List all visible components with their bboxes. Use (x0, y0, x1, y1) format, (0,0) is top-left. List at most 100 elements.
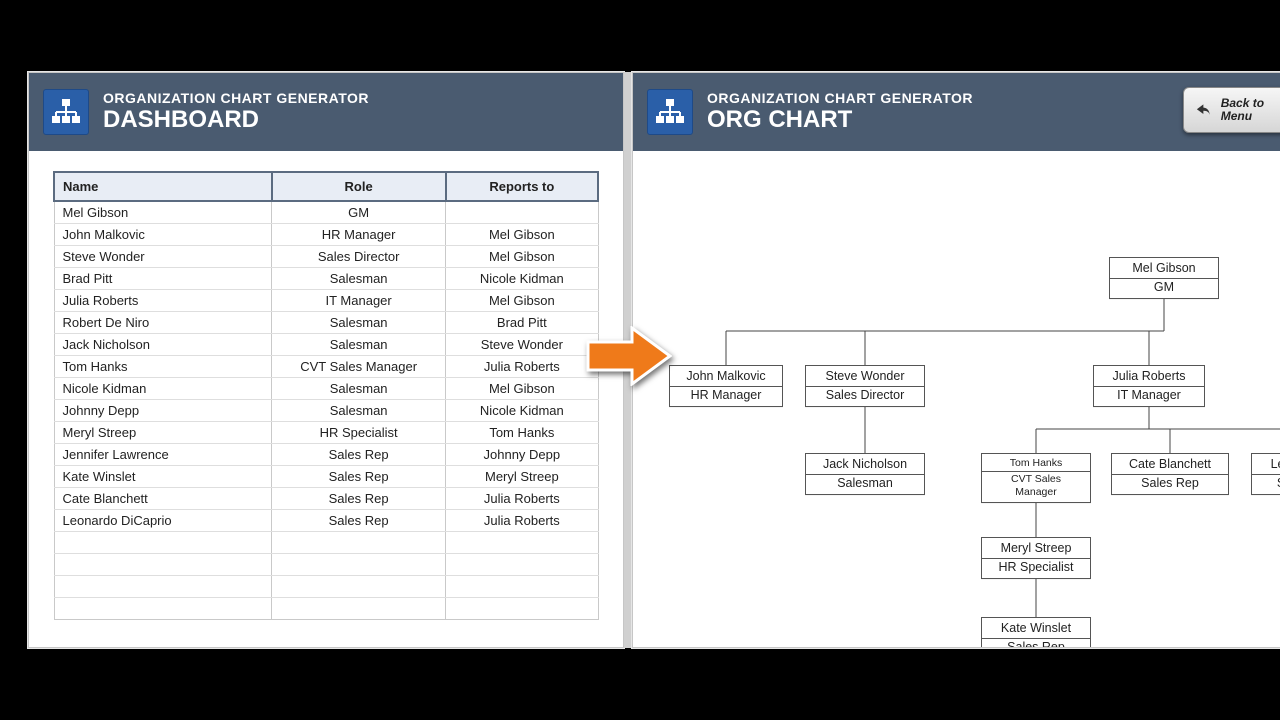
table-cell[interactable]: Julia Roberts (54, 290, 272, 312)
table-cell[interactable] (446, 201, 598, 224)
org-node-cate[interactable]: Cate BlanchettSales Rep (1111, 453, 1229, 495)
table-cell[interactable]: Salesman (272, 378, 446, 400)
app-title: ORGANIZATION CHART GENERATOR (707, 90, 973, 106)
org-node-mel[interactable]: Mel GibsonGM (1109, 257, 1219, 299)
table-row[interactable]: Johnny DeppSalesmanNicole Kidman (54, 400, 598, 422)
org-node-kate[interactable]: Kate WinsletSales Rep (981, 617, 1091, 648)
page-title: ORG CHART (707, 106, 973, 134)
table-cell[interactable]: Mel Gibson (446, 224, 598, 246)
table-cell[interactable]: Johnny Depp (446, 444, 598, 466)
table-cell[interactable]: Sales Rep (272, 510, 446, 532)
table-row[interactable]: Nicole KidmanSalesmanMel Gibson (54, 378, 598, 400)
org-chart-icon (647, 89, 693, 135)
back-to-menu-button[interactable]: Back to Menu (1183, 87, 1280, 133)
orgchart-pane: ORGANIZATION CHART GENERATOR ORG CHART B… (632, 72, 1280, 648)
dashboard-pane: ORGANIZATION CHART GENERATOR DASHBOARD N… (28, 72, 624, 648)
table-cell[interactable]: Julia Roberts (446, 356, 598, 378)
table-cell[interactable]: Salesman (272, 312, 446, 334)
table-row-empty[interactable] (54, 576, 598, 598)
table-cell[interactable]: HR Specialist (272, 422, 446, 444)
org-node-name: Kate Winslet (982, 618, 1090, 638)
data-table[interactable]: Name Role Reports to Mel GibsonGMJohn Ma… (53, 171, 599, 620)
org-node-jack[interactable]: Jack NicholsonSalesman (805, 453, 925, 495)
table-cell[interactable]: CVT Sales Manager (272, 356, 446, 378)
col-role[interactable]: Role (272, 172, 446, 201)
table-cell[interactable]: Nicole Kidman (446, 268, 598, 290)
table-row[interactable]: Cate BlanchettSales RepJulia Roberts (54, 488, 598, 510)
table-cell[interactable]: Meryl Streep (446, 466, 598, 488)
table-cell[interactable]: Salesman (272, 334, 446, 356)
org-node-tom[interactable]: Tom HanksCVT Sales Manager (981, 453, 1091, 503)
table-cell[interactable]: Leonardo DiCaprio (54, 510, 272, 532)
table-cell[interactable]: Steve Wonder (54, 246, 272, 268)
table-cell[interactable]: Robert De Niro (54, 312, 272, 334)
table-row[interactable]: Mel GibsonGM (54, 201, 598, 224)
org-chart-canvas[interactable]: Mel GibsonGM John MalkovicHR Manager Steve… (633, 151, 1280, 648)
table-cell[interactable]: Salesman (272, 400, 446, 422)
col-reports[interactable]: Reports to (446, 172, 598, 201)
table-row[interactable]: Leonardo DiCaprioSales RepJulia Roberts (54, 510, 598, 532)
table-cell[interactable]: GM (272, 201, 446, 224)
table-cell[interactable]: Brad Pitt (446, 312, 598, 334)
table-row[interactable]: John MalkovicHR ManagerMel Gibson (54, 224, 598, 246)
table-cell[interactable]: Julia Roberts (446, 510, 598, 532)
table-row[interactable]: Robert De NiroSalesmanBrad Pitt (54, 312, 598, 334)
org-node-role: Sales Rep (982, 638, 1090, 648)
org-chart-icon (43, 89, 89, 135)
col-name[interactable]: Name (54, 172, 272, 201)
table-row[interactable]: Tom HanksCVT Sales ManagerJulia Roberts (54, 356, 598, 378)
table-row-empty[interactable] (54, 598, 598, 620)
org-node-role: Salesman (806, 474, 924, 495)
table-cell[interactable]: Brad Pitt (54, 268, 272, 290)
table-cell[interactable]: John Malkovic (54, 224, 272, 246)
table-row[interactable]: Steve WonderSales DirectorMel Gibson (54, 246, 598, 268)
table-row[interactable]: Brad PittSalesmanNicole Kidman (54, 268, 598, 290)
table-row[interactable]: Jack NicholsonSalesmanSteve Wonder (54, 334, 598, 356)
table-row[interactable]: Julia RobertsIT ManagerMel Gibson (54, 290, 598, 312)
table-cell[interactable]: Jack Nicholson (54, 334, 272, 356)
table-cell[interactable]: Tom Hanks (54, 356, 272, 378)
table-row-empty[interactable] (54, 554, 598, 576)
table-row[interactable]: Meryl StreepHR SpecialistTom Hanks (54, 422, 598, 444)
table-row[interactable]: Jennifer LawrenceSales RepJohnny Depp (54, 444, 598, 466)
org-node-meryl[interactable]: Meryl StreepHR Specialist (981, 537, 1091, 579)
table-cell[interactable]: Steve Wonder (446, 334, 598, 356)
table-cell[interactable]: Salesman (272, 268, 446, 290)
table-cell[interactable]: Cate Blanchett (54, 488, 272, 510)
org-node-julia[interactable]: Julia RobertsIT Manager (1093, 365, 1205, 407)
table-cell[interactable]: Nicole Kidman (54, 378, 272, 400)
org-node-name: Steve Wonder (806, 366, 924, 386)
org-node-role: HR Manager (670, 386, 782, 407)
table-row-empty[interactable] (54, 532, 598, 554)
table-cell[interactable]: Sales Rep (272, 488, 446, 510)
table-cell[interactable]: Mel Gibson (446, 290, 598, 312)
table-cell[interactable]: Julia Roberts (446, 488, 598, 510)
org-node-name: Leo (1252, 454, 1280, 474)
org-node-name: Tom Hanks (982, 454, 1090, 471)
org-node-steve[interactable]: Steve WonderSales Director (805, 365, 925, 407)
table-cell[interactable]: Sales Rep (272, 466, 446, 488)
table-row[interactable]: Kate WinsletSales RepMeryl Streep (54, 466, 598, 488)
dashboard-header: ORGANIZATION CHART GENERATOR DASHBOARD (29, 73, 623, 151)
transform-arrow-icon (586, 326, 672, 386)
table-cell[interactable]: Mel Gibson (54, 201, 272, 224)
table-cell[interactable]: Jennifer Lawrence (54, 444, 272, 466)
table-cell[interactable]: Mel Gibson (446, 246, 598, 268)
table-cell[interactable]: Tom Hanks (446, 422, 598, 444)
table-cell[interactable]: Sales Rep (272, 444, 446, 466)
table-cell[interactable]: Kate Winslet (54, 466, 272, 488)
org-node-john[interactable]: John MalkovicHR Manager (669, 365, 783, 407)
table-cell[interactable]: Meryl Streep (54, 422, 272, 444)
table-cell[interactable]: Sales Director (272, 246, 446, 268)
table-cell[interactable]: Johnny Depp (54, 400, 272, 422)
org-node-role: GM (1110, 278, 1218, 299)
table-cell[interactable]: IT Manager (272, 290, 446, 312)
org-node-leo[interactable]: LeoS (1251, 453, 1280, 495)
org-node-name: Cate Blanchett (1112, 454, 1228, 474)
org-node-role: IT Manager (1094, 386, 1204, 407)
table-cell[interactable]: Mel Gibson (446, 378, 598, 400)
data-table-wrap: Name Role Reports to Mel GibsonGMJohn Ma… (29, 151, 623, 640)
page-title: DASHBOARD (103, 106, 369, 134)
table-cell[interactable]: HR Manager (272, 224, 446, 246)
table-cell[interactable]: Nicole Kidman (446, 400, 598, 422)
